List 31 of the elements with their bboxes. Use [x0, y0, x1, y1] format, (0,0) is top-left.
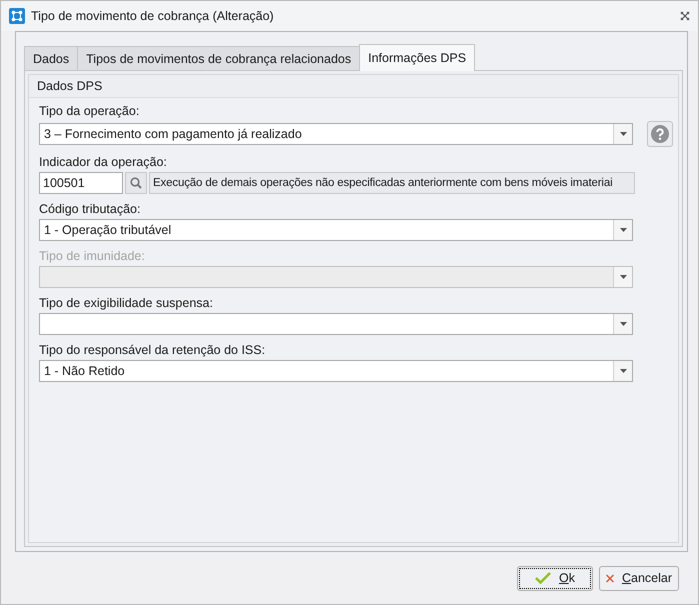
dropdown-field[interactable]: 1 - Operação tributável	[39, 219, 633, 241]
dropdown-field[interactable]	[39, 313, 633, 335]
tab[interactable]: Informações DPS	[359, 44, 476, 71]
search-button[interactable]	[125, 172, 147, 194]
cancel-button[interactable]: Cancelar	[599, 566, 679, 590]
app-icon	[9, 8, 25, 24]
close-icon[interactable]	[680, 11, 690, 21]
tab[interactable]: Dados	[24, 46, 78, 70]
window-title: Tipo de movimento de cobrança (Alteração)	[31, 9, 275, 23]
dropdown-field[interactable]: 1 - Não Retido	[39, 360, 633, 382]
dropdown-field[interactable]: 3 – Fornecimento com pagamento já realizado	[39, 123, 633, 145]
dropdown-arrow-icon	[620, 369, 626, 373]
field-label: Tipo da operação:	[39, 104, 140, 118]
ok-button[interactable]: Ok	[517, 566, 593, 590]
dropdown-arrow-icon	[620, 322, 626, 326]
field-label: Tipo de exigibilidade suspensa:	[39, 296, 214, 310]
dropdown-arrow-icon	[620, 132, 626, 136]
field-label: Tipo de imunidade:	[39, 249, 146, 263]
tab[interactable]: Tipos de movimentos de cobrança relacionados	[77, 46, 360, 70]
field-label: Tipo do responsável da retenção do ISS:	[39, 343, 266, 357]
dropdown-arrow-icon	[620, 275, 626, 279]
help-button[interactable]	[647, 121, 673, 147]
check-icon	[535, 572, 551, 584]
field-label: Código tributação:	[39, 202, 142, 216]
field-label: Indicador da operação:	[39, 155, 168, 169]
description-field: Execução de demais operações não especificadas anteriormente com bens móveis imateriai	[149, 172, 635, 194]
help-icon	[651, 125, 669, 143]
search-icon	[130, 177, 142, 189]
section-title: Dados DPS	[29, 75, 678, 98]
code-field[interactable]: 100501	[39, 172, 123, 194]
dropdown-arrow-icon	[620, 228, 626, 232]
